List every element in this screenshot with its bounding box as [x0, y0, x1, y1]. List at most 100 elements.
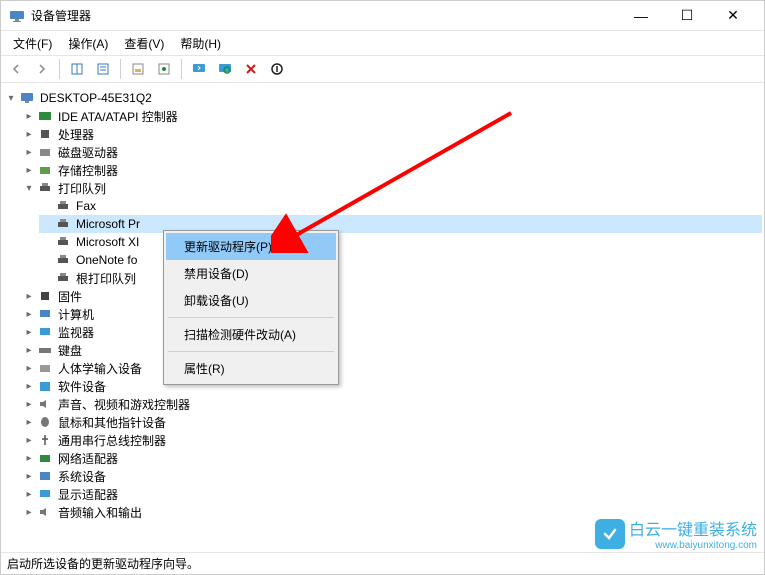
audio-icon — [37, 505, 53, 519]
monitor-icon — [37, 325, 53, 339]
cat-system[interactable]: ▸系统设备 — [21, 467, 762, 485]
separator — [168, 317, 334, 318]
storage-icon — [37, 163, 53, 177]
menu-help[interactable]: 帮助(H) — [172, 33, 229, 54]
keyboard-icon — [37, 343, 53, 357]
printer-root[interactable]: 根打印队列 — [39, 269, 762, 287]
cat-display[interactable]: ▸显示适配器 — [21, 485, 762, 503]
toolbar-icon-3[interactable] — [127, 58, 149, 80]
maximize-button[interactable]: ☐ — [664, 1, 710, 31]
app-icon — [9, 8, 25, 24]
ide-icon — [37, 109, 53, 123]
firmware-icon — [37, 289, 53, 303]
expand-icon[interactable]: ▸ — [21, 471, 37, 482]
update-driver-button[interactable] — [188, 58, 210, 80]
expand-icon[interactable]: ▸ — [21, 417, 37, 428]
cat-storage[interactable]: ▸存储控制器 — [21, 161, 762, 179]
printer-icon — [37, 181, 53, 195]
collapse-icon[interactable]: ▾ — [3, 93, 19, 104]
menubar: 文件(F) 操作(A) 查看(V) 帮助(H) — [1, 31, 764, 55]
hid-icon — [37, 361, 53, 375]
cat-cpu[interactable]: ▸处理器 — [21, 125, 762, 143]
back-button[interactable] — [5, 58, 27, 80]
separator — [168, 351, 334, 352]
printer-icon — [55, 199, 71, 213]
display-icon — [37, 487, 53, 501]
disable-button[interactable] — [266, 58, 288, 80]
ctx-properties[interactable]: 属性(R) — [166, 355, 336, 382]
expand-icon[interactable]: ▸ — [21, 165, 37, 176]
cat-printq[interactable]: ▾打印队列 — [21, 179, 762, 197]
cat-network[interactable]: ▸网络适配器 — [21, 449, 762, 467]
cat-ide[interactable]: ▸IDE ATA/ATAPI 控制器 — [21, 107, 762, 125]
device-tree-panel[interactable]: ▾ DESKTOP-45E31Q2 ▸IDE ATA/ATAPI 控制器 ▸处理… — [1, 83, 764, 552]
expand-icon[interactable]: ▸ — [21, 399, 37, 410]
separator — [59, 59, 60, 79]
toolbar-icon-1[interactable] — [66, 58, 88, 80]
expand-icon[interactable]: ▸ — [21, 345, 37, 356]
root-node[interactable]: ▾ DESKTOP-45E31Q2 — [3, 89, 762, 107]
ctx-update-driver[interactable]: 更新驱动程序(P) — [166, 233, 336, 260]
cat-software[interactable]: ▸软件设备 — [21, 377, 762, 395]
cat-firmware[interactable]: ▸固件 — [21, 287, 762, 305]
expand-icon[interactable]: ▸ — [21, 309, 37, 320]
expand-icon[interactable]: ▸ — [21, 453, 37, 464]
minimize-button[interactable]: — — [618, 1, 664, 31]
separator — [120, 59, 121, 79]
system-icon — [37, 469, 53, 483]
menu-view[interactable]: 查看(V) — [116, 33, 172, 54]
toolbar-icon-2[interactable] — [92, 58, 114, 80]
cat-disk[interactable]: ▸磁盘驱动器 — [21, 143, 762, 161]
printer-icon — [55, 253, 71, 267]
printer-ms-xps[interactable]: Microsoft XI — [39, 233, 762, 251]
cat-sound[interactable]: ▸声音、视频和游戏控制器 — [21, 395, 762, 413]
pc-icon — [37, 307, 53, 321]
toolbar-icon-4[interactable] — [153, 58, 175, 80]
expand-icon[interactable]: ▸ — [21, 489, 37, 500]
cat-computer[interactable]: ▸计算机 — [21, 305, 762, 323]
expand-icon[interactable]: ▸ — [21, 147, 37, 158]
expand-icon[interactable]: ▸ — [21, 291, 37, 302]
expand-icon[interactable]: ▸ — [21, 435, 37, 446]
expand-icon[interactable]: ▸ — [21, 111, 37, 122]
status-text: 启动所选设备的更新驱动程序向导。 — [7, 555, 199, 572]
expand-icon[interactable]: ▸ — [21, 363, 37, 374]
cat-keyboard[interactable]: ▸键盘 — [21, 341, 762, 359]
cat-audioio[interactable]: ▸音频输入和输出 — [21, 503, 762, 521]
window-title: 设备管理器 — [31, 7, 618, 24]
ctx-scan-hardware[interactable]: 扫描检测硬件改动(A) — [166, 321, 336, 348]
expand-icon[interactable]: ▸ — [21, 129, 37, 140]
printer-onenote[interactable]: OneNote fo — [39, 251, 762, 269]
computer-icon — [19, 91, 35, 105]
cat-monitor[interactable]: ▸监视器 — [21, 323, 762, 341]
printer-fax[interactable]: Fax — [39, 197, 762, 215]
statusbar: 启动所选设备的更新驱动程序向导。 — [1, 552, 764, 574]
mouse-icon — [37, 415, 53, 429]
menu-file[interactable]: 文件(F) — [5, 33, 60, 54]
ctx-disable[interactable]: 禁用设备(D) — [166, 260, 336, 287]
ctx-uninstall[interactable]: 卸载设备(U) — [166, 287, 336, 314]
expand-icon[interactable]: ▸ — [21, 507, 37, 518]
printer-icon — [55, 235, 71, 249]
close-button[interactable]: ✕ — [710, 1, 756, 31]
software-icon — [37, 379, 53, 393]
context-menu: 更新驱动程序(P) 禁用设备(D) 卸载设备(U) 扫描检测硬件改动(A) 属性… — [163, 230, 339, 385]
expand-icon[interactable]: ▸ — [21, 381, 37, 392]
cat-usb[interactable]: ▸通用串行总线控制器 — [21, 431, 762, 449]
titlebar: 设备管理器 — ☐ ✕ — [1, 1, 764, 31]
expand-icon[interactable]: ▸ — [21, 327, 37, 338]
scan-hardware-button[interactable] — [214, 58, 236, 80]
printer-ms-print[interactable]: Microsoft Pr — [39, 215, 762, 233]
network-icon — [37, 451, 53, 465]
usb-icon — [37, 433, 53, 447]
cat-mouse[interactable]: ▸鼠标和其他指针设备 — [21, 413, 762, 431]
disk-icon — [37, 145, 53, 159]
printer-icon — [55, 217, 71, 231]
collapse-icon[interactable]: ▾ — [21, 183, 37, 194]
forward-button[interactable] — [31, 58, 53, 80]
menu-action[interactable]: 操作(A) — [60, 33, 116, 54]
root-label: DESKTOP-45E31Q2 — [38, 91, 154, 105]
uninstall-button[interactable] — [240, 58, 262, 80]
cat-hid[interactable]: ▸人体学输入设备 — [21, 359, 762, 377]
printer-icon — [55, 271, 71, 285]
